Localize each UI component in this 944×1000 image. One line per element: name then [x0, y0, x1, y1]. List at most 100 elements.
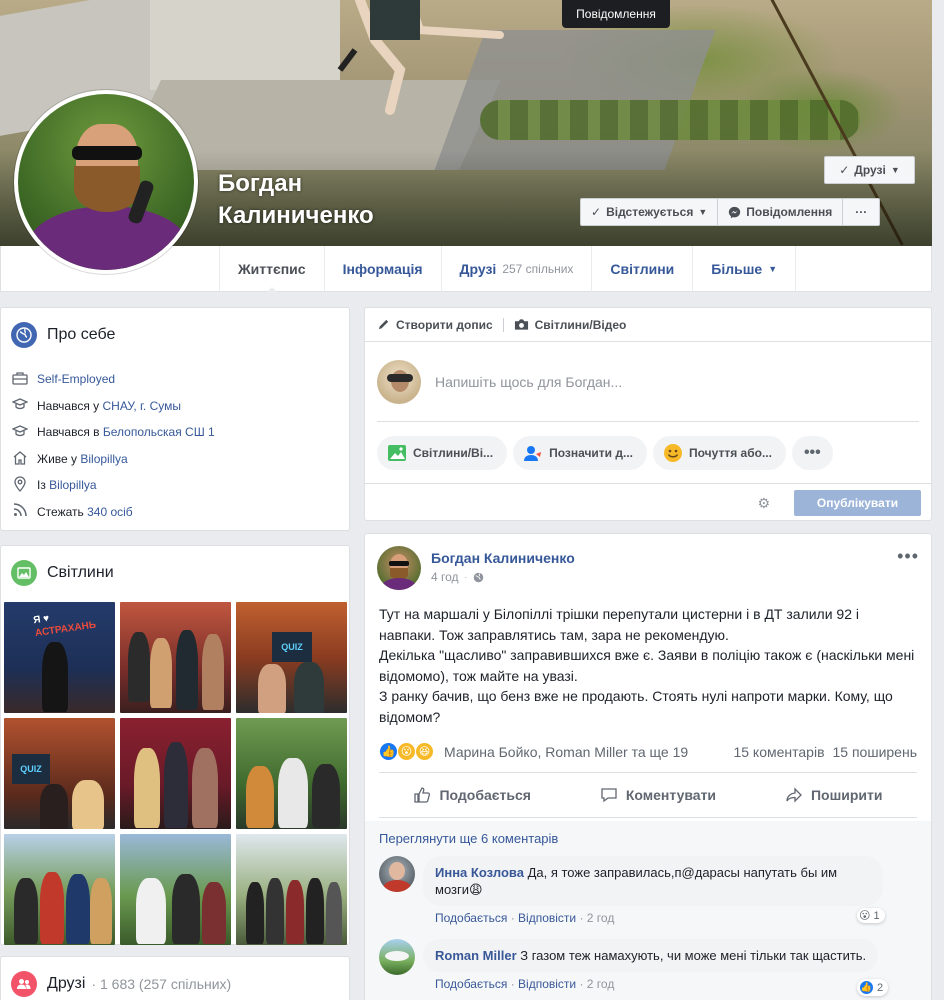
tag-friends-chip[interactable]: Позначити д... — [513, 435, 647, 470]
comment-text: З газом теж намахують, чи може мені тіль… — [520, 948, 867, 963]
post-options-button[interactable]: ••• — [897, 546, 919, 567]
about-link[interactable]: 340 осіб — [87, 505, 133, 519]
photo-signage: QUIZ — [272, 632, 312, 662]
reaction-summary[interactable]: 👍 😮 😆 Марина Бойко, Roman Miller та ще 1… — [379, 742, 688, 762]
photo-figure — [306, 878, 324, 944]
photo-signage: QUIZ — [12, 754, 50, 784]
photo-figure — [136, 878, 166, 944]
tab-label: Більше — [711, 261, 763, 277]
photo-figure — [128, 632, 150, 702]
profile-actions: ✓ Відстежується ▼ Повідомлення ··· — [580, 198, 881, 226]
photo-thumbnail[interactable] — [236, 718, 347, 829]
comment-button[interactable]: Коментувати — [600, 786, 716, 804]
photo-figure — [202, 882, 226, 944]
share-icon — [786, 786, 802, 803]
photo-video-tab[interactable]: Світлини/Відео — [514, 318, 626, 332]
photo-thumbnail[interactable] — [120, 718, 231, 829]
photo-figure — [246, 882, 264, 944]
friends-title-text: Друзі — [47, 975, 86, 992]
avatar-glasses — [72, 146, 142, 160]
shares-count[interactable]: 15 поширень — [833, 744, 917, 760]
about-link[interactable]: СНАУ, г. Сумы — [103, 399, 182, 413]
comment-label: Коментувати — [625, 786, 717, 803]
profile-name-line1: Богдан — [218, 170, 303, 197]
composer-placeholder[interactable]: Напишіть щось для Богдан... — [435, 374, 622, 390]
smile-icon — [664, 443, 682, 462]
briefcase-icon — [11, 371, 29, 388]
publish-button[interactable]: Опублікувати — [794, 490, 921, 516]
about-link[interactable]: Self-Employed — [37, 372, 115, 386]
photo-figure — [150, 638, 172, 708]
comment-like-link[interactable]: Подобається — [435, 911, 507, 925]
tab-timeline[interactable]: Життєпис — [219, 246, 324, 293]
photo-video-chip[interactable]: Світлини/Ві... — [377, 435, 508, 470]
tab-label: Інформація — [342, 261, 423, 277]
post-timestamp[interactable]: 4 год — [431, 570, 459, 584]
feeling-chip[interactable]: Почуття або... — [653, 435, 786, 470]
home-icon — [11, 450, 29, 468]
create-post-tab[interactable]: Створити допис — [377, 318, 493, 332]
settings-gear-icon[interactable]: ⚙ — [757, 495, 770, 512]
intro-title-text: Про себе — [47, 326, 116, 343]
comment-reply-link[interactable]: Відповісти — [518, 911, 576, 925]
message-button-label: Повідомлення — [746, 205, 833, 219]
friends-title[interactable]: Друзі · 1 683 (257 спільних) — [11, 971, 339, 997]
photo-thumbnail[interactable] — [236, 834, 347, 945]
commenter-avatar[interactable] — [379, 856, 415, 892]
intro-card: Про себе Self-Employed Навчався у СНАУ, … — [0, 307, 350, 531]
comment-like-link[interactable]: Подобається — [435, 977, 507, 991]
composer-input-area[interactable]: Напишіть щось для Богдан... — [377, 342, 919, 422]
about-link[interactable]: Bilopillya — [80, 452, 127, 466]
photos-title[interactable]: Світлини — [11, 560, 339, 586]
more-options-chip[interactable]: ••• — [791, 435, 833, 470]
comment-reply-link[interactable]: Відповісти — [518, 977, 576, 991]
tab-about[interactable]: Інформація — [323, 246, 441, 292]
wow-reaction-icon: 😮 — [859, 910, 871, 922]
post-author[interactable]: Богдан Калиниченко — [431, 550, 575, 566]
friends-button[interactable]: ✓ Друзі ▼ — [824, 156, 915, 184]
post-composer: Створити допис Світлини/Відео Напишіть щ… — [364, 307, 932, 521]
more-actions-button[interactable]: ··· — [843, 199, 879, 225]
avatar-shirt — [28, 206, 188, 270]
profile-picture[interactable] — [14, 90, 198, 274]
photos-card: Світлини Я ♥ АСТРАХАНЬ QUIZ QUIZ — [0, 545, 350, 945]
globe-icon[interactable] — [473, 572, 484, 583]
comment-timestamp[interactable]: 2 год — [587, 911, 615, 925]
commenter-avatar[interactable] — [379, 939, 415, 975]
comments-count[interactable]: 15 коментарів — [733, 744, 824, 760]
comment-bubble: Roman Miller З газом теж намахують, чи м… — [423, 939, 879, 972]
about-link[interactable]: Белопольская СШ 1 — [103, 425, 215, 439]
pencil-icon — [378, 319, 389, 330]
photo-thumbnail[interactable]: QUIZ — [236, 602, 347, 713]
about-row-followers: Стежать 340 осіб — [11, 499, 339, 526]
following-button[interactable]: ✓ Відстежується ▼ — [581, 199, 719, 225]
about-row-lives: Живе у Bilopillya — [11, 446, 339, 473]
photo-thumbnail[interactable] — [120, 602, 231, 713]
tab-friends[interactable]: Друзі 257 спільних — [440, 246, 592, 292]
tab-photos[interactable]: Світлини — [591, 246, 692, 292]
photo-thumbnail[interactable] — [120, 834, 231, 945]
about-link[interactable]: Bilopillya — [49, 478, 96, 492]
comment-reactions[interactable]: 😮 1 — [857, 908, 885, 923]
comment-reactions[interactable]: 👍 2 — [857, 979, 889, 996]
photo-figure — [286, 880, 304, 944]
photo-thumbnail[interactable] — [4, 834, 115, 945]
comment-author[interactable]: Инна Козлова — [435, 865, 524, 880]
photo-thumbnail[interactable]: Я ♥ АСТРАХАНЬ — [4, 602, 115, 713]
comment-author[interactable]: Roman Miller — [435, 948, 517, 963]
profile-name[interactable]: Богдан Калиниченко — [218, 168, 374, 232]
post-author-avatar[interactable] — [377, 546, 421, 590]
caret-down-icon: ▼ — [890, 165, 900, 175]
message-button[interactable]: Повідомлення — [718, 199, 844, 225]
photo-figure — [164, 742, 188, 828]
share-button[interactable]: Поширити — [785, 786, 883, 804]
photo-thumbnail[interactable]: QUIZ — [4, 718, 115, 829]
chip-label: Позначити д... — [549, 445, 633, 460]
tab-more[interactable]: Більше ▼ — [692, 246, 797, 292]
comment-timestamp[interactable]: 2 год — [587, 977, 615, 991]
photo-figure — [326, 882, 342, 944]
view-more-comments[interactable]: Переглянути ще 6 коментарів — [379, 831, 917, 846]
cover-jumper — [337, 0, 504, 115]
share-label: Поширити — [810, 786, 883, 803]
like-button[interactable]: Подобається — [413, 786, 531, 804]
